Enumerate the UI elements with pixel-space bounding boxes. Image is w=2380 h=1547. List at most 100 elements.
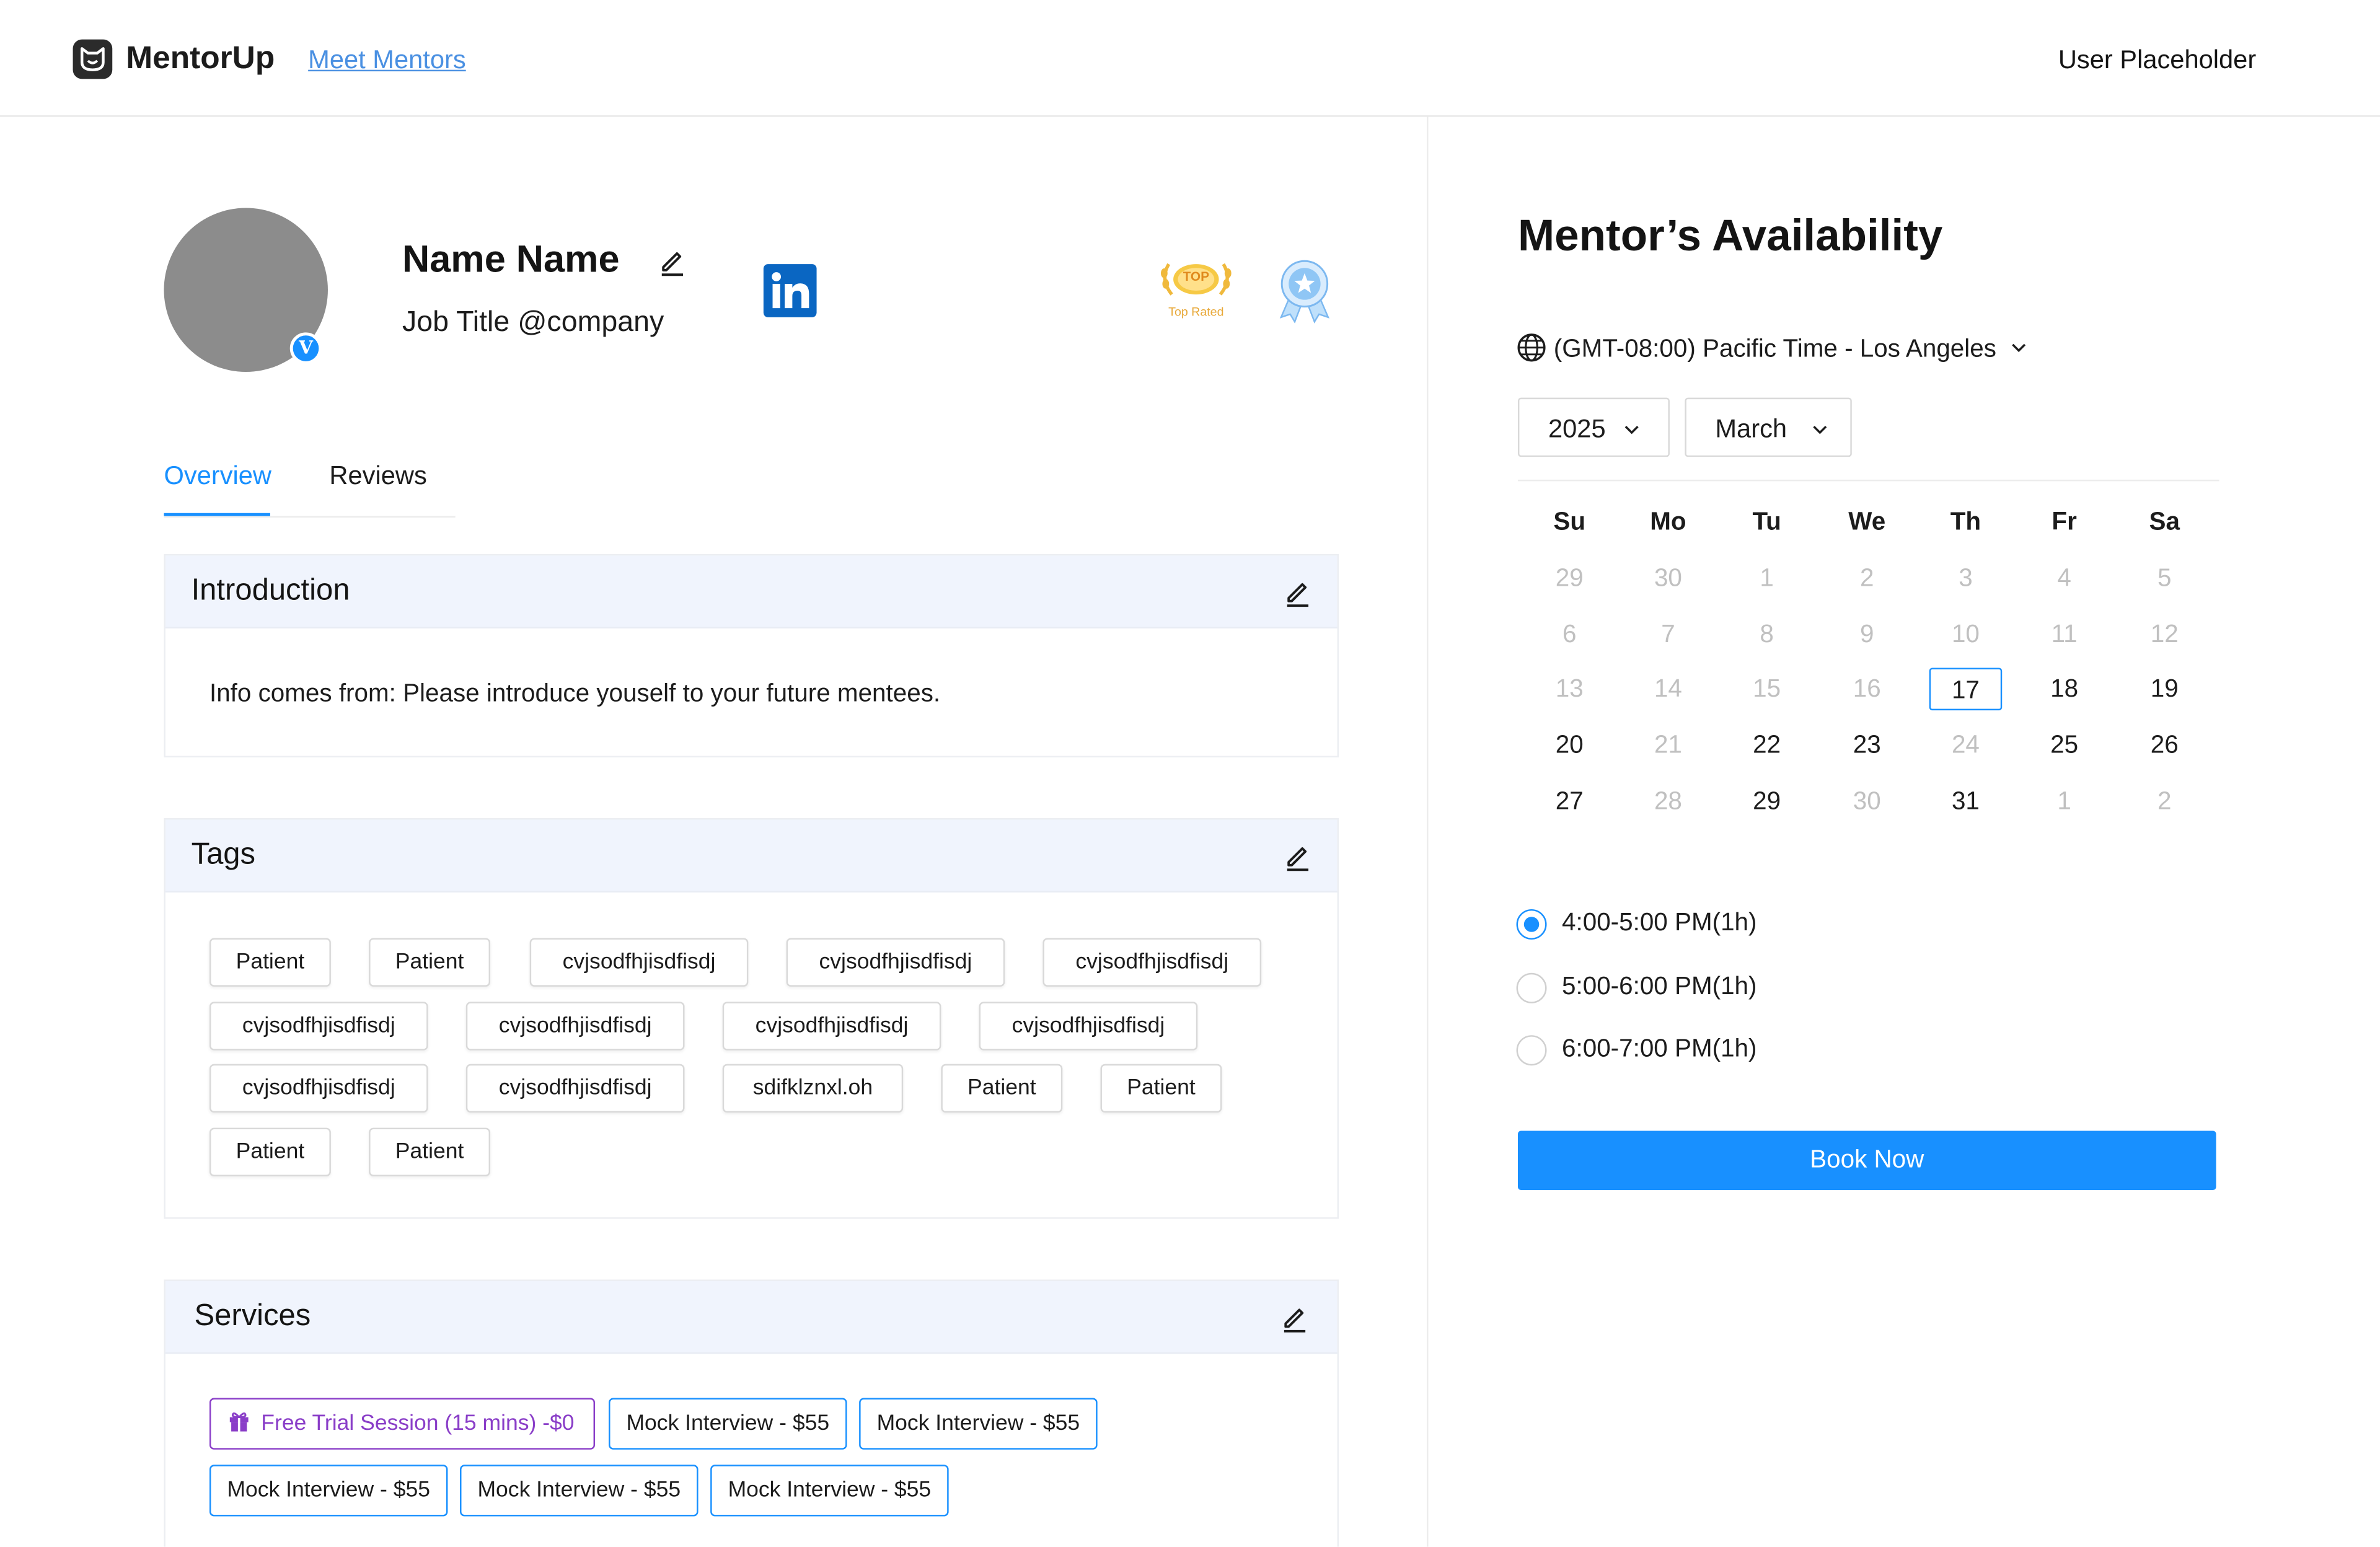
tag-chip: cvjsodfhjisdfisdj bbox=[209, 1002, 428, 1051]
calendar-day[interactable]: 27 bbox=[1533, 780, 1606, 823]
tag-chip: sdifklznxl.oh bbox=[722, 1064, 904, 1113]
calendar-day: 4 bbox=[2057, 565, 2071, 593]
globe-icon bbox=[1517, 333, 1546, 362]
calendar-day: 11 bbox=[2051, 620, 2078, 648]
tags-card-header: Tags bbox=[165, 819, 1338, 893]
year-select[interactable]: 2025 bbox=[1518, 397, 1670, 457]
user-menu[interactable]: User Placeholder bbox=[2058, 45, 2256, 76]
calendar-day: 13 bbox=[1555, 675, 1584, 703]
tags-card: Tags Patient Patient cvjsodfhjisdfisdj c… bbox=[164, 818, 1339, 1219]
calendar-day: 5 bbox=[2157, 565, 2172, 593]
edit-services-icon[interactable] bbox=[1280, 1302, 1310, 1340]
calendar-day: 16 bbox=[1853, 675, 1881, 703]
calendar-day[interactable]: 20 bbox=[1533, 724, 1606, 767]
weekday-header: Tu bbox=[1752, 508, 1781, 536]
tab-reviews[interactable]: Reviews bbox=[329, 461, 426, 491]
introduction-card: Introduction Info comes from: Please int… bbox=[164, 553, 1339, 758]
calendar-day[interactable]: 26 bbox=[2128, 724, 2201, 767]
profile-name: Name Name bbox=[402, 238, 620, 281]
tag-chip: cvjsodfhjisdfisdj bbox=[786, 938, 1005, 987]
calendar-day: 30 bbox=[1654, 565, 1682, 593]
calendar-day[interactable]: 19 bbox=[2128, 668, 2201, 711]
radio-button[interactable] bbox=[1516, 1035, 1547, 1066]
timezone-label: (GMT-08:00) Pacific Time - Los Angeles bbox=[1553, 335, 1996, 363]
calendar-day[interactable]: 25 bbox=[2028, 724, 2101, 767]
calendar-day[interactable]: 23 bbox=[1830, 724, 1903, 767]
calendar-day: 2 bbox=[1860, 565, 1874, 593]
calendar-day: 2 bbox=[2157, 788, 2172, 816]
mock-interview-service-button[interactable]: Mock Interview - $55 bbox=[460, 1465, 699, 1517]
mock-interview-service-button[interactable]: Mock Interview - $55 bbox=[609, 1398, 847, 1450]
weekday-header: We bbox=[1848, 508, 1886, 536]
services-title: Services bbox=[194, 1299, 311, 1333]
tag-chip: cvjsodfhjisdfisdj bbox=[722, 1002, 941, 1051]
mock-interview-service-button[interactable]: Mock Interview - $55 bbox=[859, 1398, 1098, 1450]
year-value: 2025 bbox=[1548, 414, 1606, 444]
mock-interview-service-button[interactable]: Mock Interview - $55 bbox=[209, 1465, 448, 1517]
calendar-day-selected[interactable]: 17 bbox=[1929, 668, 2003, 711]
active-tab-indicator bbox=[164, 513, 270, 516]
tag-chip: cvjsodfhjisdfisdj bbox=[209, 1064, 428, 1113]
tag-chip: Patient bbox=[369, 1127, 491, 1176]
tag-chip: cvjsodfhjisdfisdj bbox=[1042, 938, 1262, 987]
calendar-divider bbox=[1518, 479, 2219, 482]
tag-chip: Patient bbox=[209, 1127, 331, 1176]
weekday-header: Sa bbox=[2149, 508, 2180, 536]
tab-overview[interactable]: Overview bbox=[164, 461, 271, 491]
tag-chip: cvjsodfhjisdfisdj bbox=[529, 938, 749, 987]
chevron-down-icon bbox=[1813, 425, 1827, 434]
introduction-card-header: Introduction bbox=[165, 555, 1338, 628]
services-card-header: Services bbox=[165, 1280, 1338, 1354]
availability-title: Mentor’s Availability bbox=[1518, 212, 1943, 262]
tag-chip: Patient bbox=[369, 938, 491, 987]
services-card: Services Free Trial Session (15 mins) -$… bbox=[164, 1279, 1339, 1547]
linkedin-icon[interactable] bbox=[763, 264, 817, 317]
calendar-day: 14 bbox=[1654, 675, 1682, 703]
free-trial-service-button[interactable]: Free Trial Session (15 mins) -$0 bbox=[209, 1398, 596, 1450]
weekday-header: Su bbox=[1553, 508, 1586, 536]
tag-chip: cvjsodfhjisdfisdj bbox=[465, 1002, 685, 1051]
calendar-day: 8 bbox=[1760, 620, 1774, 648]
award-ribbon-icon bbox=[1272, 257, 1337, 331]
tag-chip: cvjsodfhjisdfisdj bbox=[465, 1064, 685, 1113]
calendar-day: 9 bbox=[1860, 620, 1874, 648]
free-trial-label: Free Trial Session (15 mins) -$0 bbox=[261, 1411, 575, 1436]
calendar-day: 3 bbox=[1959, 565, 1973, 593]
radio-button[interactable] bbox=[1516, 909, 1547, 940]
calendar-day: 15 bbox=[1753, 675, 1781, 703]
calendar-day[interactable]: 29 bbox=[1730, 780, 1804, 823]
mock-interview-service-button[interactable]: Mock Interview - $55 bbox=[710, 1465, 949, 1517]
top-rated-caption: Top Rated bbox=[1168, 305, 1224, 319]
job-title: Job Title @company bbox=[402, 306, 664, 339]
mentorup-logo-icon[interactable] bbox=[73, 39, 113, 79]
calendar-day: 29 bbox=[1555, 565, 1584, 593]
chevron-down-icon bbox=[1624, 425, 1639, 434]
edit-profile-icon[interactable] bbox=[657, 246, 687, 284]
gift-icon bbox=[229, 1412, 249, 1432]
edit-tags-icon[interactable] bbox=[1282, 841, 1313, 879]
profile-tabs: Overview Reviews bbox=[164, 456, 456, 518]
tag-chip: cvjsodfhjisdfisdj bbox=[979, 1002, 1198, 1051]
book-now-button[interactable]: Book Now bbox=[1518, 1130, 2216, 1191]
meet-mentors-link[interactable]: Meet Mentors bbox=[308, 45, 466, 76]
radio-button[interactable] bbox=[1516, 972, 1547, 1003]
calendar-day: 30 bbox=[1853, 788, 1881, 816]
brand-name[interactable]: MentorUp bbox=[126, 41, 275, 77]
top-navbar: MentorUp Meet Mentors User Placeholder bbox=[0, 0, 2380, 117]
month-select[interactable]: March bbox=[1685, 397, 1852, 457]
tags-title: Tags bbox=[191, 837, 256, 871]
timezone-select[interactable]: (GMT-08:00) Pacific Time - Los Angeles bbox=[1517, 332, 2028, 364]
weekday-header: Mo bbox=[1650, 508, 1686, 536]
top-badge-text: TOP bbox=[1183, 268, 1210, 284]
calendar-day[interactable]: 31 bbox=[1929, 780, 2003, 823]
top-rated-badge-icon: TOP Top Rated bbox=[1153, 252, 1238, 322]
time-slot-label: 6:00-7:00 PM(1h) bbox=[1562, 1035, 1757, 1063]
calendar-day: 12 bbox=[2150, 620, 2179, 648]
introduction-text: Info comes from: Please introduce yousel… bbox=[209, 680, 941, 708]
month-value: March bbox=[1715, 414, 1787, 444]
calendar-day[interactable]: 22 bbox=[1730, 724, 1804, 767]
verified-badge-icon: V bbox=[289, 332, 322, 364]
calendar-day[interactable]: 18 bbox=[2028, 668, 2101, 711]
tag-chip: Patient bbox=[209, 938, 331, 987]
edit-introduction-icon[interactable] bbox=[1282, 577, 1313, 615]
